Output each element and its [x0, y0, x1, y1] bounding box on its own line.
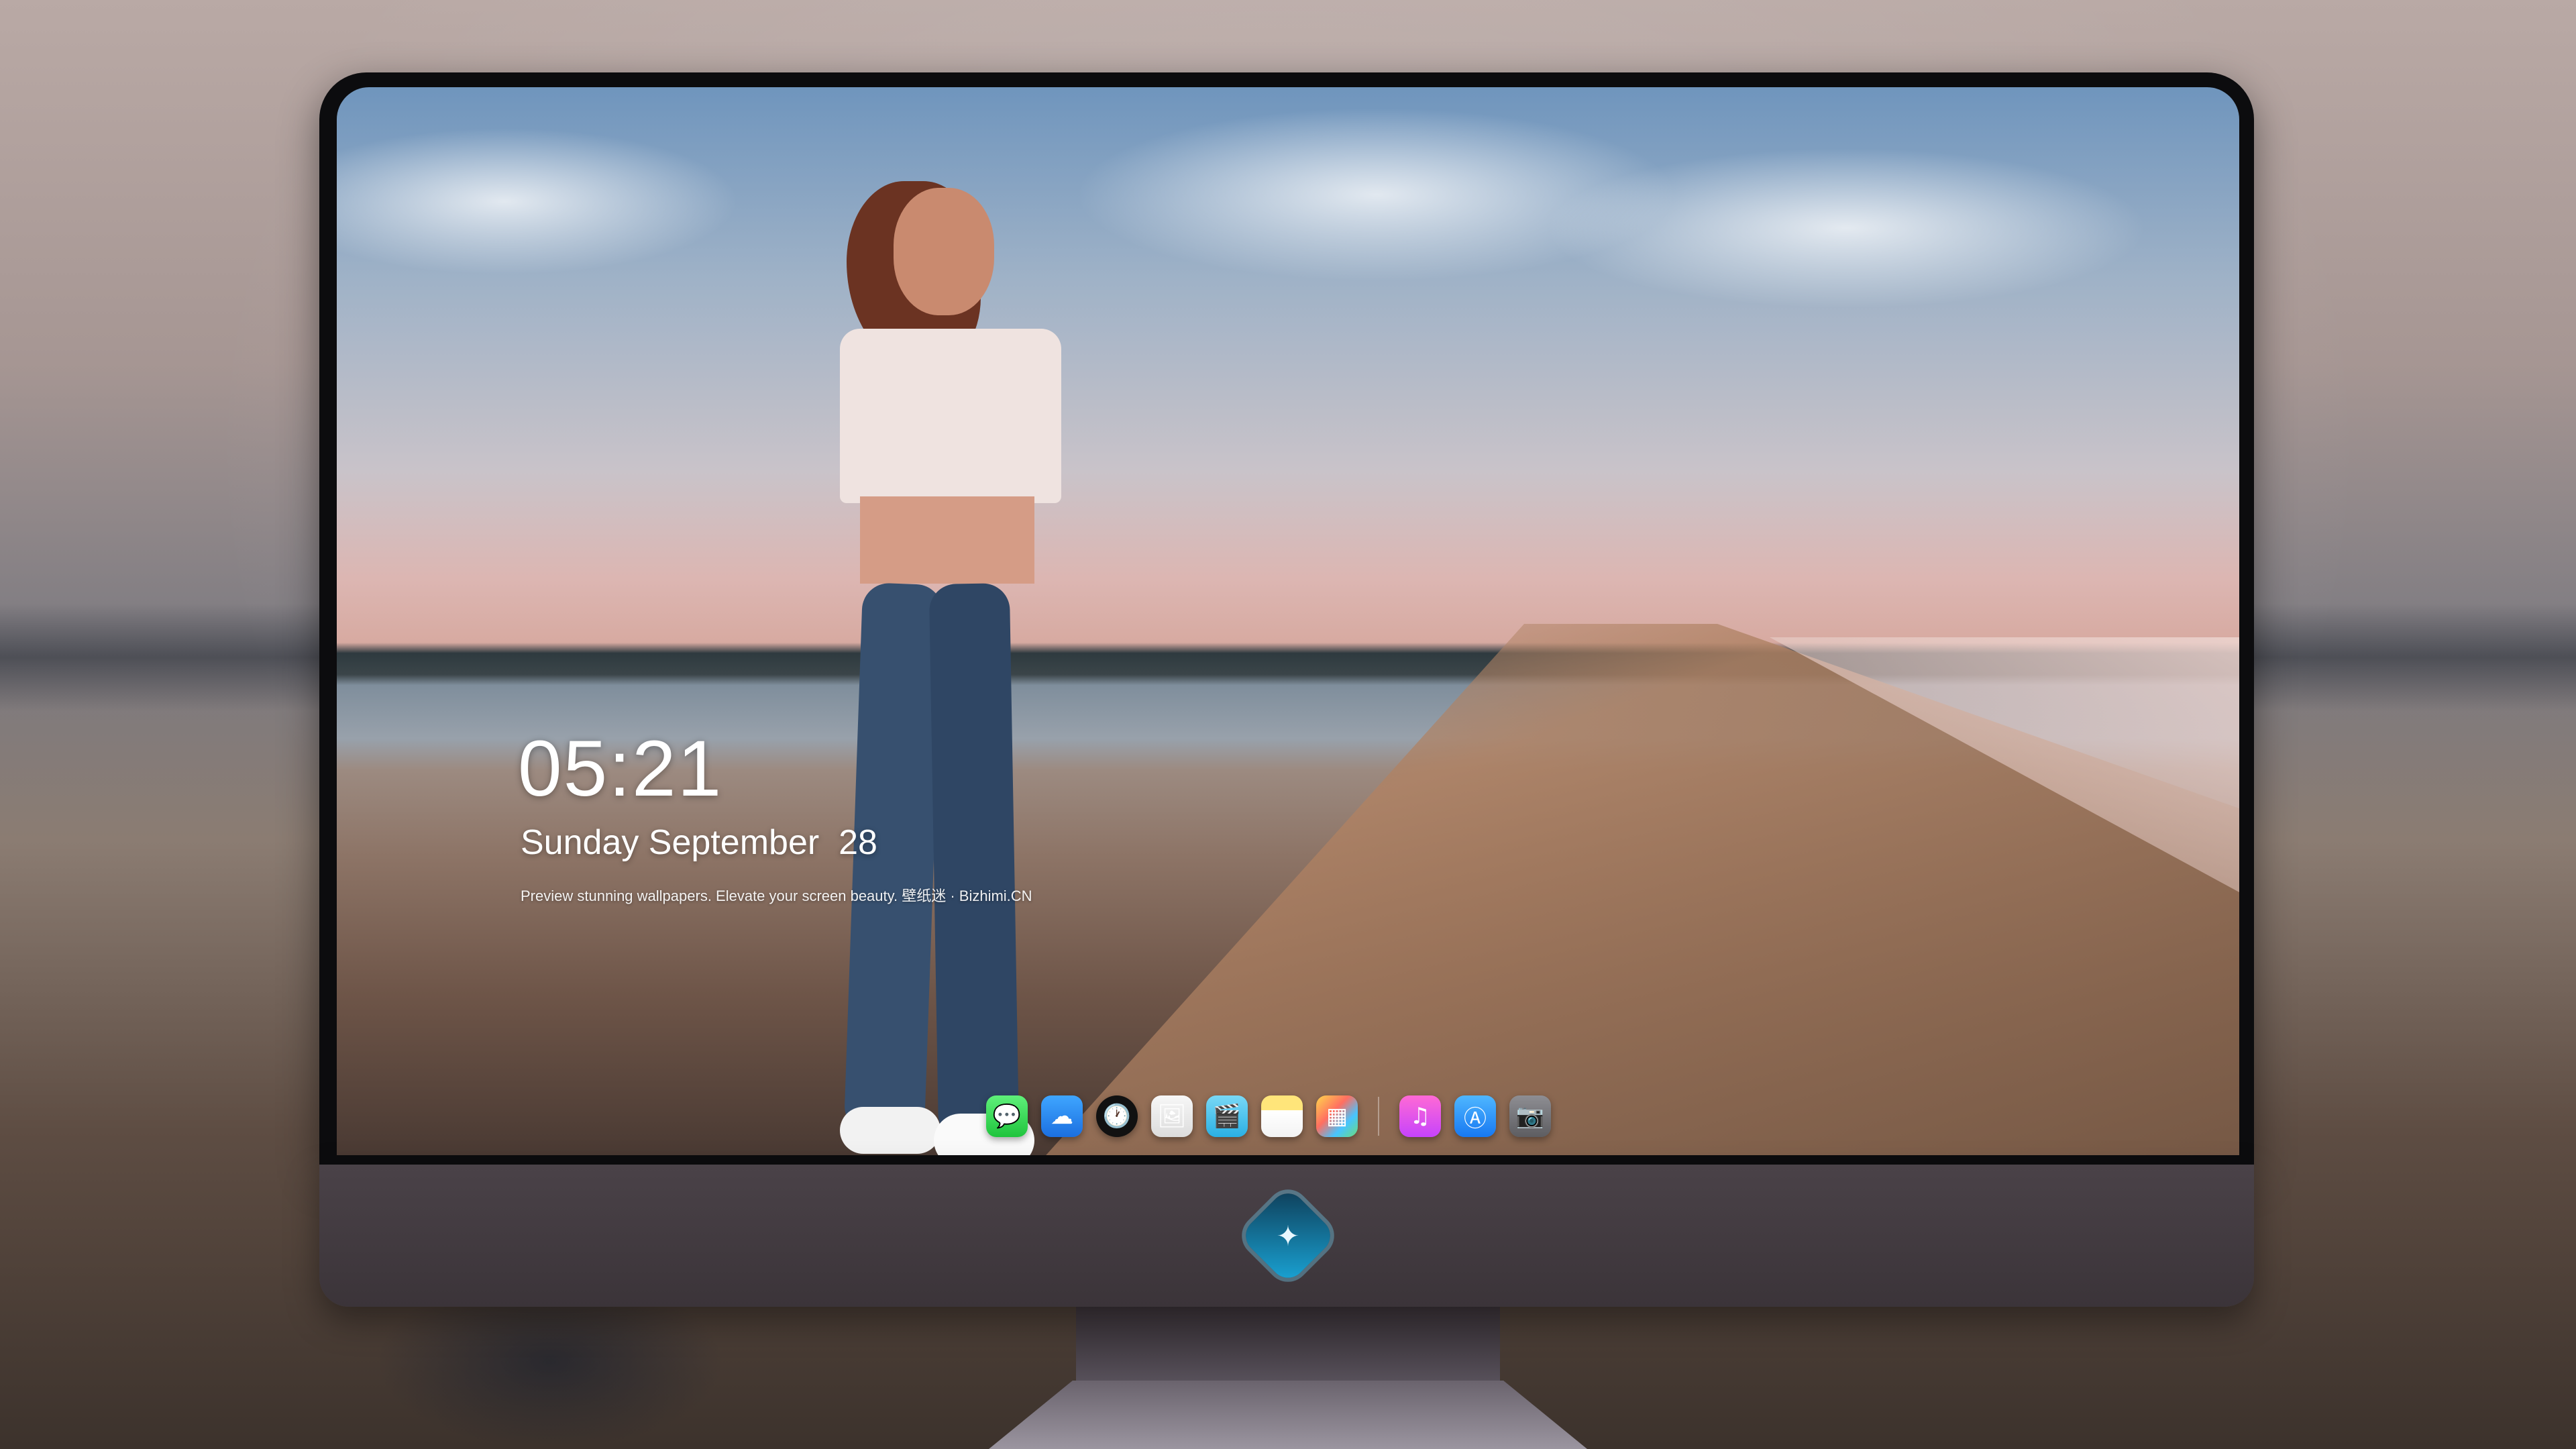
clock-icon[interactable]: 🕐 — [1096, 1095, 1138, 1137]
dock-separator — [1378, 1097, 1379, 1136]
app-store-icon[interactable]: Ⓐ — [1454, 1095, 1496, 1137]
photos-icon[interactable]: ▦ — [1316, 1095, 1358, 1137]
monitor-stand-base — [989, 1381, 1587, 1449]
lock-clock: 05:21 — [518, 724, 723, 813]
monitor-stand-neck — [1076, 1307, 1500, 1381]
clips-icon[interactable]: 🎬 — [1206, 1095, 1248, 1137]
notes-icon[interactable] — [1261, 1095, 1303, 1137]
messages-icon[interactable]: 💬 — [986, 1095, 1028, 1137]
desktop-screen — [337, 87, 2239, 1155]
music-icon[interactable]: ♫ — [1399, 1095, 1441, 1137]
preview-icon[interactable]: 🖼 — [1151, 1095, 1193, 1137]
camera-icon[interactable]: 📷 — [1509, 1095, 1551, 1137]
cloud — [337, 127, 739, 275]
cloud — [1544, 148, 2148, 309]
brand-logo-glyph: ✦ — [1276, 1219, 1300, 1252]
wallpaper-figure — [739, 101, 1061, 1155]
lock-date: Sunday September 28 — [521, 823, 877, 862]
wallpaper-caption: Preview stunning wallpapers. Elevate you… — [521, 888, 1032, 904]
weather-icon[interactable]: ☁ — [1041, 1095, 1083, 1137]
dock: 💬 ☁ 🕐 🖼 🎬 ▦ ♫ Ⓐ 📷 — [986, 1091, 1551, 1142]
